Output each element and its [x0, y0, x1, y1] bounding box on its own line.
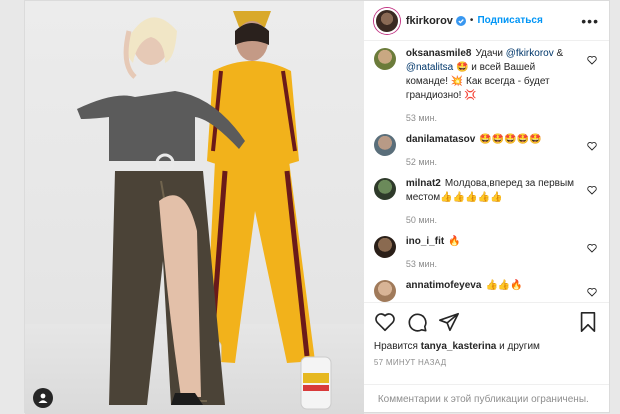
likes-summary: Нравится tanya_kasterina и другим — [374, 341, 599, 352]
comment-time: 53 мин. — [405, 113, 438, 123]
commenter-avatar[interactable] — [373, 178, 396, 200]
post-header: fkirkorov • Подписаться ••• — [363, 1, 609, 41]
commenter-avatar[interactable] — [373, 48, 396, 70]
comments-restricted-notice: Комментарии к этой публикации ограничены… — [363, 384, 609, 414]
comment-mention[interactable]: @fkirkorov — [506, 48, 554, 59]
comment-text: & — [553, 48, 564, 59]
header-separator: • — [469, 15, 474, 26]
like-comment-icon[interactable] — [587, 55, 597, 65]
comments-list: oksanasmile8 Удачи @fkirkorov & @natalits… — [364, 41, 609, 302]
comment-username[interactable]: ino_i_fit — [406, 236, 444, 247]
more-options-button[interactable]: ••• — [581, 13, 599, 29]
post-modal: fkirkorov • Подписаться ••• oksanasmile8… — [24, 0, 610, 414]
comment-username[interactable]: annatimofeyeva — [406, 280, 482, 291]
like-comment-icon[interactable] — [587, 287, 597, 297]
comment-text: 👍👍🔥 — [485, 280, 523, 291]
post-photo — [25, 1, 364, 414]
comment-item: milnat2 Молдова,вперед за первым местом👍👍… — [373, 177, 609, 227]
photo-illustration — [77, 11, 332, 410]
like-heart-icon[interactable] — [374, 311, 396, 333]
action-icons — [374, 311, 599, 333]
follow-button[interactable]: Подписаться — [477, 15, 542, 26]
comment-mention[interactable]: @natalitsa — [406, 62, 453, 73]
commenter-avatar[interactable] — [373, 236, 396, 258]
author-username[interactable]: fkirkorov — [406, 15, 453, 27]
like-comment-icon[interactable] — [587, 141, 597, 151]
like-comment-icon[interactable] — [587, 243, 597, 253]
likes-suffix[interactable]: и другим — [499, 341, 540, 352]
commenter-avatar[interactable] — [373, 280, 396, 302]
comment-bubble-icon[interactable] — [406, 311, 428, 333]
likes-prefix: Нравится — [373, 341, 418, 352]
comment-username[interactable]: danilamatasov — [406, 134, 475, 145]
comment-username[interactable]: milnat2 — [406, 178, 441, 189]
post-actions: Нравится tanya_kasterina и другим 57 МИН… — [363, 302, 609, 414]
save-bookmark-icon[interactable] — [577, 311, 599, 333]
comment-time: 53 мин. — [405, 259, 438, 269]
like-comment-icon[interactable] — [587, 185, 597, 195]
post-timestamp: 57 МИНУТ НАЗАД — [373, 358, 447, 367]
author-avatar[interactable] — [373, 7, 400, 34]
post-sidebar: fkirkorov • Подписаться ••• oksanasmile8… — [363, 1, 609, 414]
comment-text: Удачи — [475, 48, 506, 59]
comment-item: ino_i_fit 🔥 53 мин. — [373, 235, 609, 271]
verified-badge-icon — [455, 15, 466, 26]
comment-item: danilamatasov 🤩🤩🤩🤩🤩 52 мин. — [373, 133, 609, 169]
comment-text: 🔥 — [448, 236, 461, 247]
user-tag-icon — [38, 393, 48, 403]
tagged-users-button[interactable] — [33, 388, 53, 408]
commenter-avatar[interactable] — [373, 134, 396, 156]
comment-item: oksanasmile8 Удачи @fkirkorov & @natalits… — [373, 47, 609, 125]
likes-user-link[interactable]: tanya_kasterina — [421, 341, 497, 352]
comment-time: 52 мин. — [405, 157, 438, 167]
comment-username[interactable]: oksanasmile8 — [406, 48, 472, 59]
comment-time: 50 мин. — [405, 215, 438, 225]
comment-text: 🤩🤩🤩🤩🤩 — [479, 134, 542, 145]
share-send-icon[interactable] — [438, 311, 460, 333]
comment-item: annatimofeyeva 👍👍🔥 — [373, 279, 609, 302]
